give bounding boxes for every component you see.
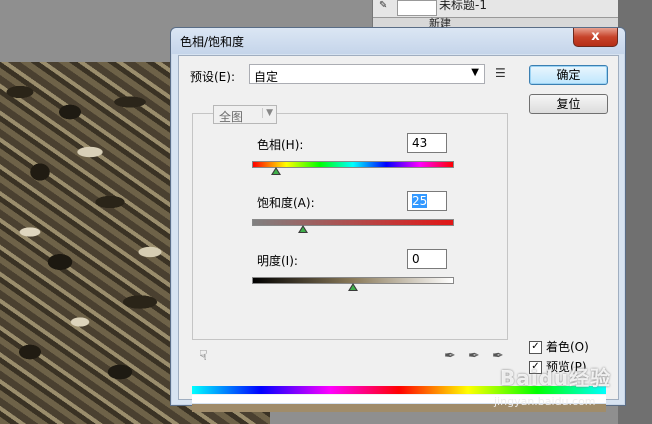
- dialog-body: 预设(E): 自定 ▼ ☰ 确定 复位 全图 ▼ 色相(H): 43 饱和度(A…: [178, 55, 619, 412]
- adjustment-group: 全图 ▼ 色相(H): 43 饱和度(A): 25 明度(I): 0: [192, 105, 508, 340]
- title-bar: 色相/饱和度 x: [171, 28, 625, 54]
- preset-dropdown[interactable]: 自定 ▼: [249, 64, 485, 84]
- colorize-label: 着色(O): [546, 340, 589, 354]
- hue-label: 色相(H):: [257, 138, 304, 152]
- preset-value: 自定: [254, 70, 279, 84]
- brush-icon: ✎: [379, 0, 388, 11]
- layers-panel-fragment: ✎ 未标题-1 新建: [372, 0, 619, 30]
- layer-thumbnail: [397, 0, 437, 16]
- layer-name: 未标题-1: [439, 0, 487, 12]
- chevron-down-icon: ▼: [262, 108, 273, 118]
- channel-dropdown[interactable]: 全图 ▼: [213, 105, 277, 124]
- chevron-down-icon: ▼: [471, 67, 479, 78]
- lightness-slider-thumb[interactable]: [348, 283, 358, 291]
- ok-button[interactable]: 确定: [529, 65, 608, 85]
- dialog-title: 色相/饱和度: [180, 35, 245, 49]
- reset-button[interactable]: 复位: [529, 94, 608, 114]
- watermark-logo: Baidu经验: [500, 366, 612, 390]
- close-button[interactable]: x: [573, 28, 618, 47]
- lightness-input[interactable]: 0: [407, 249, 447, 269]
- saturation-slider-track[interactable]: [252, 219, 454, 226]
- saturation-slider-thumb[interactable]: [298, 225, 308, 233]
- channel-value: 全图: [219, 110, 244, 124]
- targeted-adjustment-icon[interactable]: ☟: [199, 348, 208, 364]
- hue-slider-thumb[interactable]: [271, 167, 281, 175]
- eyedropper-plus-icon[interactable]: ✒: [468, 348, 480, 364]
- preset-options-icon[interactable]: ☰: [495, 66, 506, 80]
- close-icon: x: [591, 29, 600, 44]
- preset-label: 预设(E):: [190, 70, 235, 84]
- hue-input[interactable]: 43: [407, 133, 447, 153]
- lightness-label: 明度(I):: [257, 254, 298, 268]
- hue-saturation-dialog: 色相/饱和度 x 预设(E): 自定 ▼ ☰ 确定 复位 全图 ▼ 色相(H):…: [170, 27, 626, 412]
- checkmark-icon: ✓: [529, 341, 542, 354]
- hue-slider-track[interactable]: [252, 161, 454, 168]
- colorize-checkbox[interactable]: ✓ 着色(O): [529, 338, 589, 355]
- eyedropper-icon[interactable]: ✒: [444, 348, 456, 364]
- saturation-input[interactable]: 25: [407, 191, 447, 211]
- watermark-url: jingyan.baidu.com: [494, 395, 596, 408]
- saturation-label: 饱和度(A):: [257, 196, 315, 210]
